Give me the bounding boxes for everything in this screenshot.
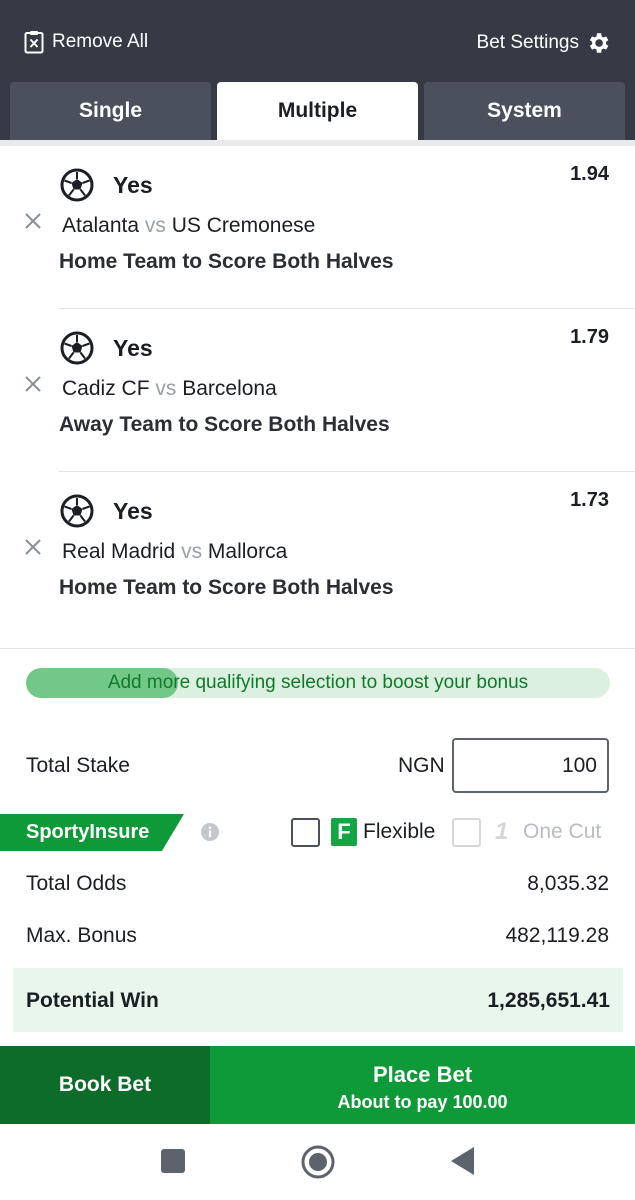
remove-all-label: Remove All <box>52 31 149 52</box>
tab-single[interactable]: Single <box>10 82 211 140</box>
remove-selection-icon[interactable] <box>24 375 42 393</box>
bet-settings-button[interactable]: Bet Settings <box>477 30 611 56</box>
away-team: Mallorca <box>207 540 288 563</box>
home-team: Atalanta <box>62 214 140 237</box>
home-icon[interactable] <box>300 1144 336 1180</box>
selection-pick: Yes <box>113 498 153 524</box>
flexible-logo: F <box>331 818 357 846</box>
one-cut-checkbox[interactable] <box>452 818 481 847</box>
tab-system[interactable]: System <box>424 82 625 140</box>
recents-icon[interactable] <box>160 1148 186 1174</box>
stake-currency: NGN <box>398 754 445 777</box>
max-bonus-label: Max. Bonus <box>26 924 137 947</box>
tab-multiple[interactable]: Multiple <box>217 82 418 140</box>
selection-match: Real Madrid vs Mallorca <box>62 540 287 564</box>
potential-win-label: Potential Win <box>26 989 159 1012</box>
one-cut-label: One Cut <box>523 820 602 843</box>
selection-market: Away Team to Score Both Halves <box>59 413 390 436</box>
about-to-pay-label: About to pay 100.00 <box>337 1092 508 1112</box>
bet-type-tabs: Single Multiple System <box>10 82 625 140</box>
selection-odds: 1.79 <box>570 326 609 348</box>
total-odds-value: 8,035.32 <box>527 872 609 895</box>
stake-input[interactable] <box>452 738 609 793</box>
info-icon[interactable] <box>200 822 220 842</box>
selection-odds: 1.94 <box>570 163 609 185</box>
bonus-message: Add more qualifying selection to boost y… <box>107 672 529 693</box>
section-divider <box>0 648 635 649</box>
bonus-progress-bar: Add more qualifying selection to boost y… <box>26 668 610 698</box>
clipboard-x-icon <box>24 31 44 54</box>
bet-slip-header: Remove All Bet Settings Single Multiple … <box>0 0 635 140</box>
away-team: US Cremonese <box>171 214 316 237</box>
selection-match: Atalanta vs US Cremonese <box>62 214 315 238</box>
max-bonus-value: 482,119.28 <box>505 924 609 947</box>
place-bet-button[interactable]: Place Bet About to pay 100.00 <box>210 1046 635 1124</box>
back-icon[interactable] <box>450 1146 476 1176</box>
system-nav-bar <box>0 1124 635 1200</box>
home-team: Real Madrid <box>62 540 176 563</box>
soccer-ball-icon <box>60 331 94 365</box>
selection-pick: Yes <box>113 172 153 198</box>
potential-win-row: Potential Win 1,285,651.41 <box>13 968 623 1032</box>
vs-label: vs <box>155 377 177 400</box>
selection-item: Yes 1.73 Real Madrid vs Mallorca Home Te… <box>0 472 635 635</box>
total-stake-label: Total Stake <box>26 754 130 777</box>
gear-icon <box>589 33 609 53</box>
soccer-ball-icon <box>60 494 94 528</box>
selection-item: Yes 1.79 Cadiz CF vs Barcelona Away Team… <box>0 309 635 472</box>
bet-settings-label: Bet Settings <box>476 32 579 53</box>
selection-item: Yes 1.94 Atalanta vs US Cremonese Home T… <box>0 146 635 309</box>
selection-pick: Yes <box>113 335 153 361</box>
flexible-label: Flexible <box>363 820 436 843</box>
selection-match: Cadiz CF vs Barcelona <box>62 377 277 401</box>
selection-odds: 1.73 <box>570 489 609 511</box>
remove-selection-icon[interactable] <box>24 538 42 556</box>
book-bet-button[interactable]: Book Bet <box>0 1046 210 1124</box>
remove-all-button[interactable]: Remove All <box>24 30 148 54</box>
vs-label: vs <box>144 214 166 237</box>
flexible-checkbox[interactable] <box>291 818 320 847</box>
one-cut-logo: 1 <box>495 818 509 845</box>
home-team: Cadiz CF <box>62 377 150 400</box>
vs-label: vs <box>181 540 203 563</box>
potential-win-value: 1,285,651.41 <box>487 989 610 1012</box>
selection-market: Home Team to Score Both Halves <box>59 250 394 273</box>
sporty-insure-button[interactable]: SportyInsure <box>0 814 184 851</box>
place-bet-label: Place Bet <box>372 1062 473 1087</box>
away-team: Barcelona <box>182 377 277 400</box>
remove-selection-icon[interactable] <box>24 212 42 230</box>
total-odds-label: Total Odds <box>26 872 127 895</box>
selection-list: Yes 1.94 Atalanta vs US Cremonese Home T… <box>0 146 635 635</box>
soccer-ball-icon <box>60 168 94 202</box>
selection-market: Home Team to Score Both Halves <box>59 576 394 599</box>
